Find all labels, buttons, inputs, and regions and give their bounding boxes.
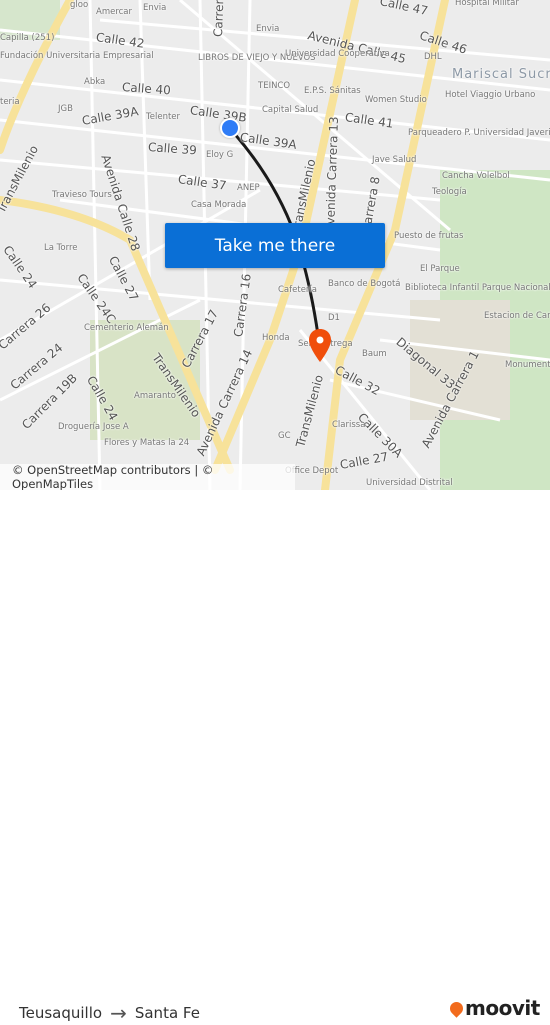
poi-label: Eloy G: [206, 150, 234, 160]
poi-label: Flores y Matas la 24: [104, 438, 190, 448]
destination-pin-icon[interactable]: [307, 328, 333, 364]
poi-label: Fundación Universitaria Empresarial: [0, 51, 154, 61]
poi-label: Banco de Bogotá: [328, 279, 401, 289]
poi-label: Biblioteca Infantil Parque Nacional: [405, 283, 550, 293]
route-summary: Teusaquillo → Santa Fe: [19, 1001, 200, 1025]
poi-label: DHL: [424, 52, 442, 62]
poi-label: Cancha Volelbol: [442, 171, 510, 181]
poi-label: Capital Salud: [262, 105, 319, 115]
district-label: Mariscal Sucre: [452, 67, 550, 82]
poi-label: Honda: [262, 333, 290, 343]
poi-label: Puesto de frutas: [394, 231, 464, 241]
poi-label: Casa Morada: [191, 200, 247, 210]
poi-label: La Torre: [44, 243, 78, 253]
poi-label: Droguería Jose A: [58, 422, 129, 432]
poi-label: Parqueadero P. Universidad Javeriana: [408, 128, 550, 138]
poi-label: Monumento al Silencio: [505, 360, 550, 370]
map-attribution[interactable]: © OpenStreetMap contributors | © OpenMap…: [0, 463, 295, 490]
poi-label: TEINCO: [258, 81, 291, 91]
origin-marker[interactable]: [220, 118, 240, 138]
poi-label: ANEP: [237, 183, 260, 193]
poi-label: E.P.S. Sánitas: [304, 86, 361, 96]
poi-label: Universidad Cooperativa: [285, 49, 390, 59]
footer-bar: Teusaquillo → Santa Fe moovit: [0, 490, 550, 1025]
poi-label: D1: [328, 313, 340, 323]
map[interactable]: Calle 42 Avenida Calle 45 Calle 46 Calle…: [0, 0, 550, 490]
poi-label: Cafetería: [278, 285, 317, 295]
poi-label: Universidad Distrital: [366, 478, 453, 488]
arrow-right-icon: →: [110, 1001, 127, 1025]
poi-label: Amercar: [96, 7, 133, 17]
street-label: Carrera: [211, 0, 227, 38]
poi-label: Abka: [84, 77, 106, 87]
poi-label: Estacion de Carabineros Parque Nacional: [484, 311, 550, 321]
poi-label: teria: [0, 97, 20, 107]
poi-label: Baum: [362, 349, 387, 359]
poi-label: Women Studio: [365, 95, 427, 105]
poi-label: Teología: [432, 187, 467, 197]
poi-label: Telenter: [146, 112, 181, 122]
poi-label: Clarissa: [332, 420, 366, 430]
poi-label: Amaranto: [134, 391, 176, 401]
take-me-there-button[interactable]: Take me there: [165, 223, 385, 268]
moovit-pin-icon: [447, 998, 466, 1018]
poi-label: Hotel Viaggio Urbano: [445, 90, 536, 100]
poi-label: Envia: [256, 24, 280, 34]
poi-label: Envia: [143, 3, 167, 13]
origin-name: Teusaquillo: [19, 1004, 103, 1022]
poi-label: Travieso Tours: [52, 190, 112, 200]
poi-label: Hospital Militar: [455, 0, 519, 8]
poi-label: El Parque: [420, 264, 460, 274]
brand-name: moovit: [465, 996, 540, 1020]
poi-label: Capilla (251): [0, 33, 55, 43]
poi-label: Cementerio Alemán: [84, 323, 169, 333]
poi-label: JGB: [58, 104, 73, 114]
poi-label: GC: [278, 431, 291, 441]
poi-label: Jave Salud: [372, 155, 417, 165]
poi-label: LIBROS DE VIEJO Y NUEVOS: [198, 53, 316, 63]
poi-label: gloo: [70, 0, 89, 10]
moovit-logo[interactable]: moovit: [447, 996, 540, 1020]
destination-name: Santa Fe: [134, 1004, 200, 1022]
